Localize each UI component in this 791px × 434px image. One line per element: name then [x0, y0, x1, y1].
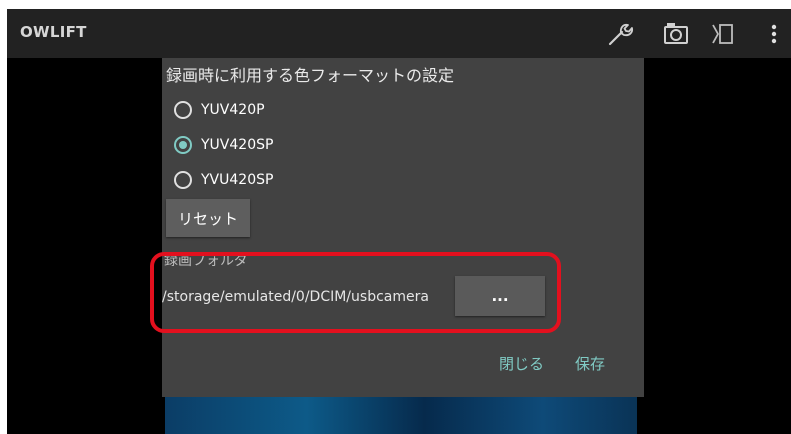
app-title: OWLIFT [20, 23, 87, 41]
close-button[interactable]: 閉じる [499, 353, 544, 374]
wrench-icon[interactable] [605, 19, 635, 49]
camera-icon[interactable] [661, 19, 691, 49]
radio-button[interactable] [174, 101, 192, 119]
folder-path: /storage/emulated/0/DCIM/usbcamera [162, 289, 429, 305]
browse-folder-button[interactable]: ... [455, 276, 545, 316]
reset-button[interactable]: リセット [166, 199, 250, 237]
settings-dialog: 録画時に利用する色フォーマットの設定 YUV420P YUV420SP YVU4… [162, 58, 644, 397]
save-button[interactable]: 保存 [575, 353, 605, 374]
app-screen: OWLIFT 録画時に利用する色フォーマットの設定 YUV420P YUV420… [7, 9, 791, 434]
radio-label: YUV420SP [201, 137, 274, 153]
app-bar: OWLIFT [7, 9, 791, 58]
record-mode-icon[interactable] [707, 19, 737, 49]
camera-preview [165, 397, 637, 434]
dialog-title: 録画時に利用する色フォーマットの設定 [166, 66, 455, 85]
more-vert-icon[interactable] [759, 19, 789, 49]
radio-label: YUV420P [201, 102, 265, 118]
radio-label: YVU420SP [201, 172, 274, 188]
radio-button-checked[interactable] [174, 136, 192, 154]
folder-label: 録画フォルダ [164, 253, 248, 269]
radio-button[interactable] [174, 171, 192, 189]
